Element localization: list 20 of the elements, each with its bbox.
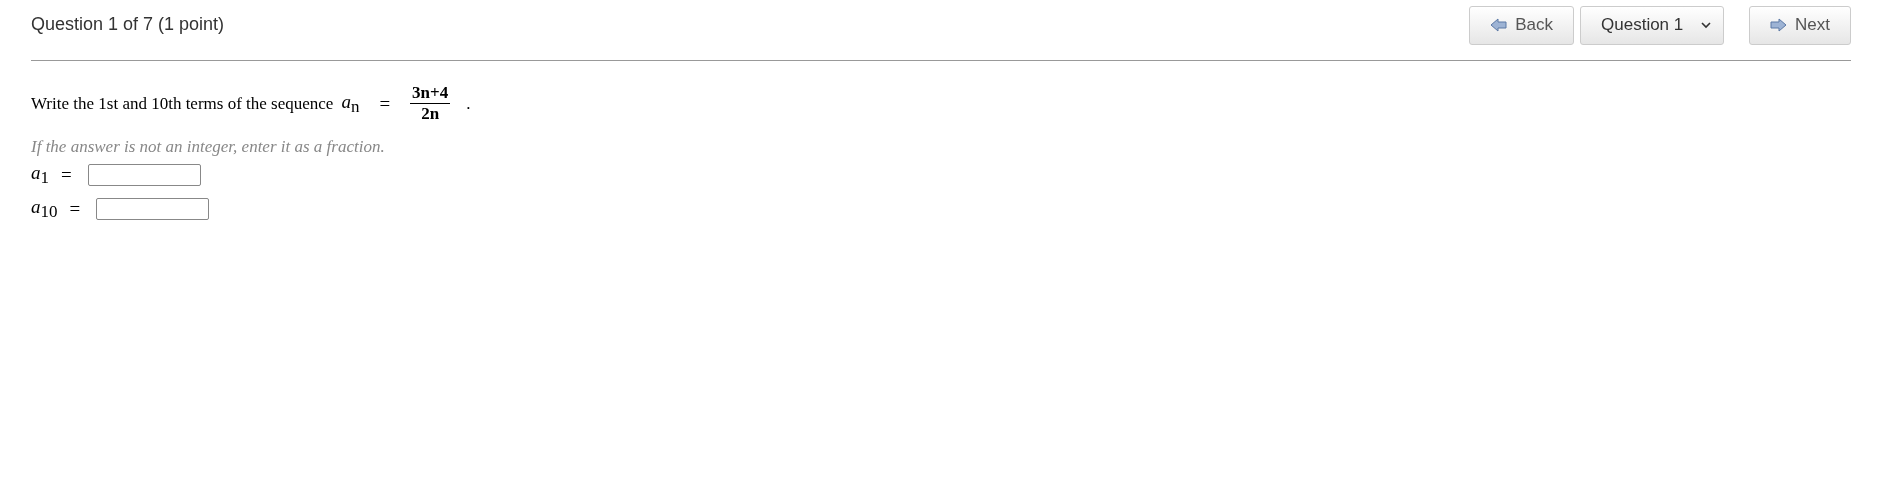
numerator: 3n+4: [410, 83, 451, 105]
hint-text: If the answer is not an integer, enter it as a fraction.: [31, 136, 386, 157]
period: .: [466, 93, 471, 114]
math-variable: a$_{1}$: [31, 161, 49, 188]
chevron-icon: [1701, 21, 1712, 29]
math-variable: a$_{n}$: [341, 90, 360, 117]
math-variable: a$_{10}$: [31, 195, 58, 222]
equals-sign: =: [379, 92, 391, 115]
left-arrow-icon: [1490, 18, 1508, 32]
back-button[interactable]: Back: [1469, 5, 1575, 45]
answer-field[interactable]: [96, 197, 210, 220]
question-select[interactable]: Question 1: [1580, 5, 1725, 45]
denominator: 2n: [421, 104, 440, 125]
equals-sign: =: [69, 197, 81, 220]
answer-field[interactable]: [87, 163, 201, 186]
right-arrow-icon: [1770, 18, 1788, 32]
question-counter: Question 1 of 7 (1 point): [31, 13, 225, 35]
next-button[interactable]: Next: [1749, 5, 1851, 45]
question-text: Write the 1st and 10th terms of the sequence: [31, 93, 334, 114]
equals-sign: =: [61, 163, 72, 186]
